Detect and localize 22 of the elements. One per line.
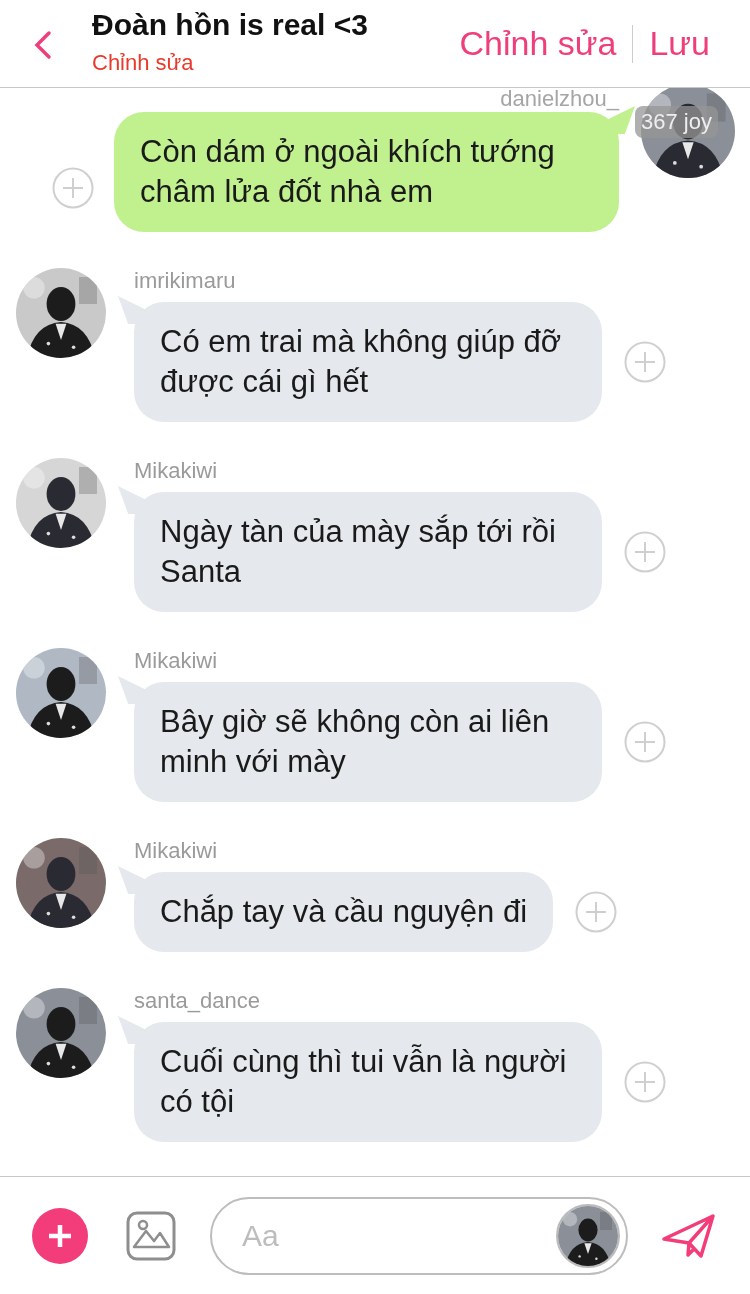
sender-name: Mikakiwi xyxy=(134,648,219,674)
image-icon[interactable] xyxy=(126,1210,176,1261)
message-bar[interactable]: Aa xyxy=(210,1196,628,1275)
add-reaction-icon[interactable] xyxy=(52,167,94,209)
sender-name: santa_dance xyxy=(134,988,261,1014)
edit-link[interactable]: Chỉnh sửa xyxy=(92,50,444,76)
edit-button[interactable]: Chỉnh sửa xyxy=(443,24,633,63)
add-reaction-icon[interactable] xyxy=(624,721,666,763)
sender-name: imrikimaru xyxy=(134,268,237,294)
send-icon[interactable] xyxy=(662,1212,716,1259)
save-button[interactable]: Lưu xyxy=(633,24,726,63)
back-icon[interactable] xyxy=(34,30,52,60)
sender-name: Mikakiwi xyxy=(134,458,219,484)
add-reaction-icon[interactable] xyxy=(624,1061,666,1103)
reaction-count: 367 joy xyxy=(635,106,718,138)
sender-name: danielzhou_ xyxy=(500,88,619,110)
add-reaction-icon[interactable] xyxy=(624,341,666,383)
message-field[interactable]: Aa xyxy=(240,1217,556,1254)
sender-name: Mikakiwi xyxy=(134,838,219,864)
add-reaction-icon[interactable] xyxy=(624,531,666,573)
chat-title: Đoàn hồn is real <3 xyxy=(92,8,369,42)
add-reaction-icon[interactable] xyxy=(575,891,618,933)
